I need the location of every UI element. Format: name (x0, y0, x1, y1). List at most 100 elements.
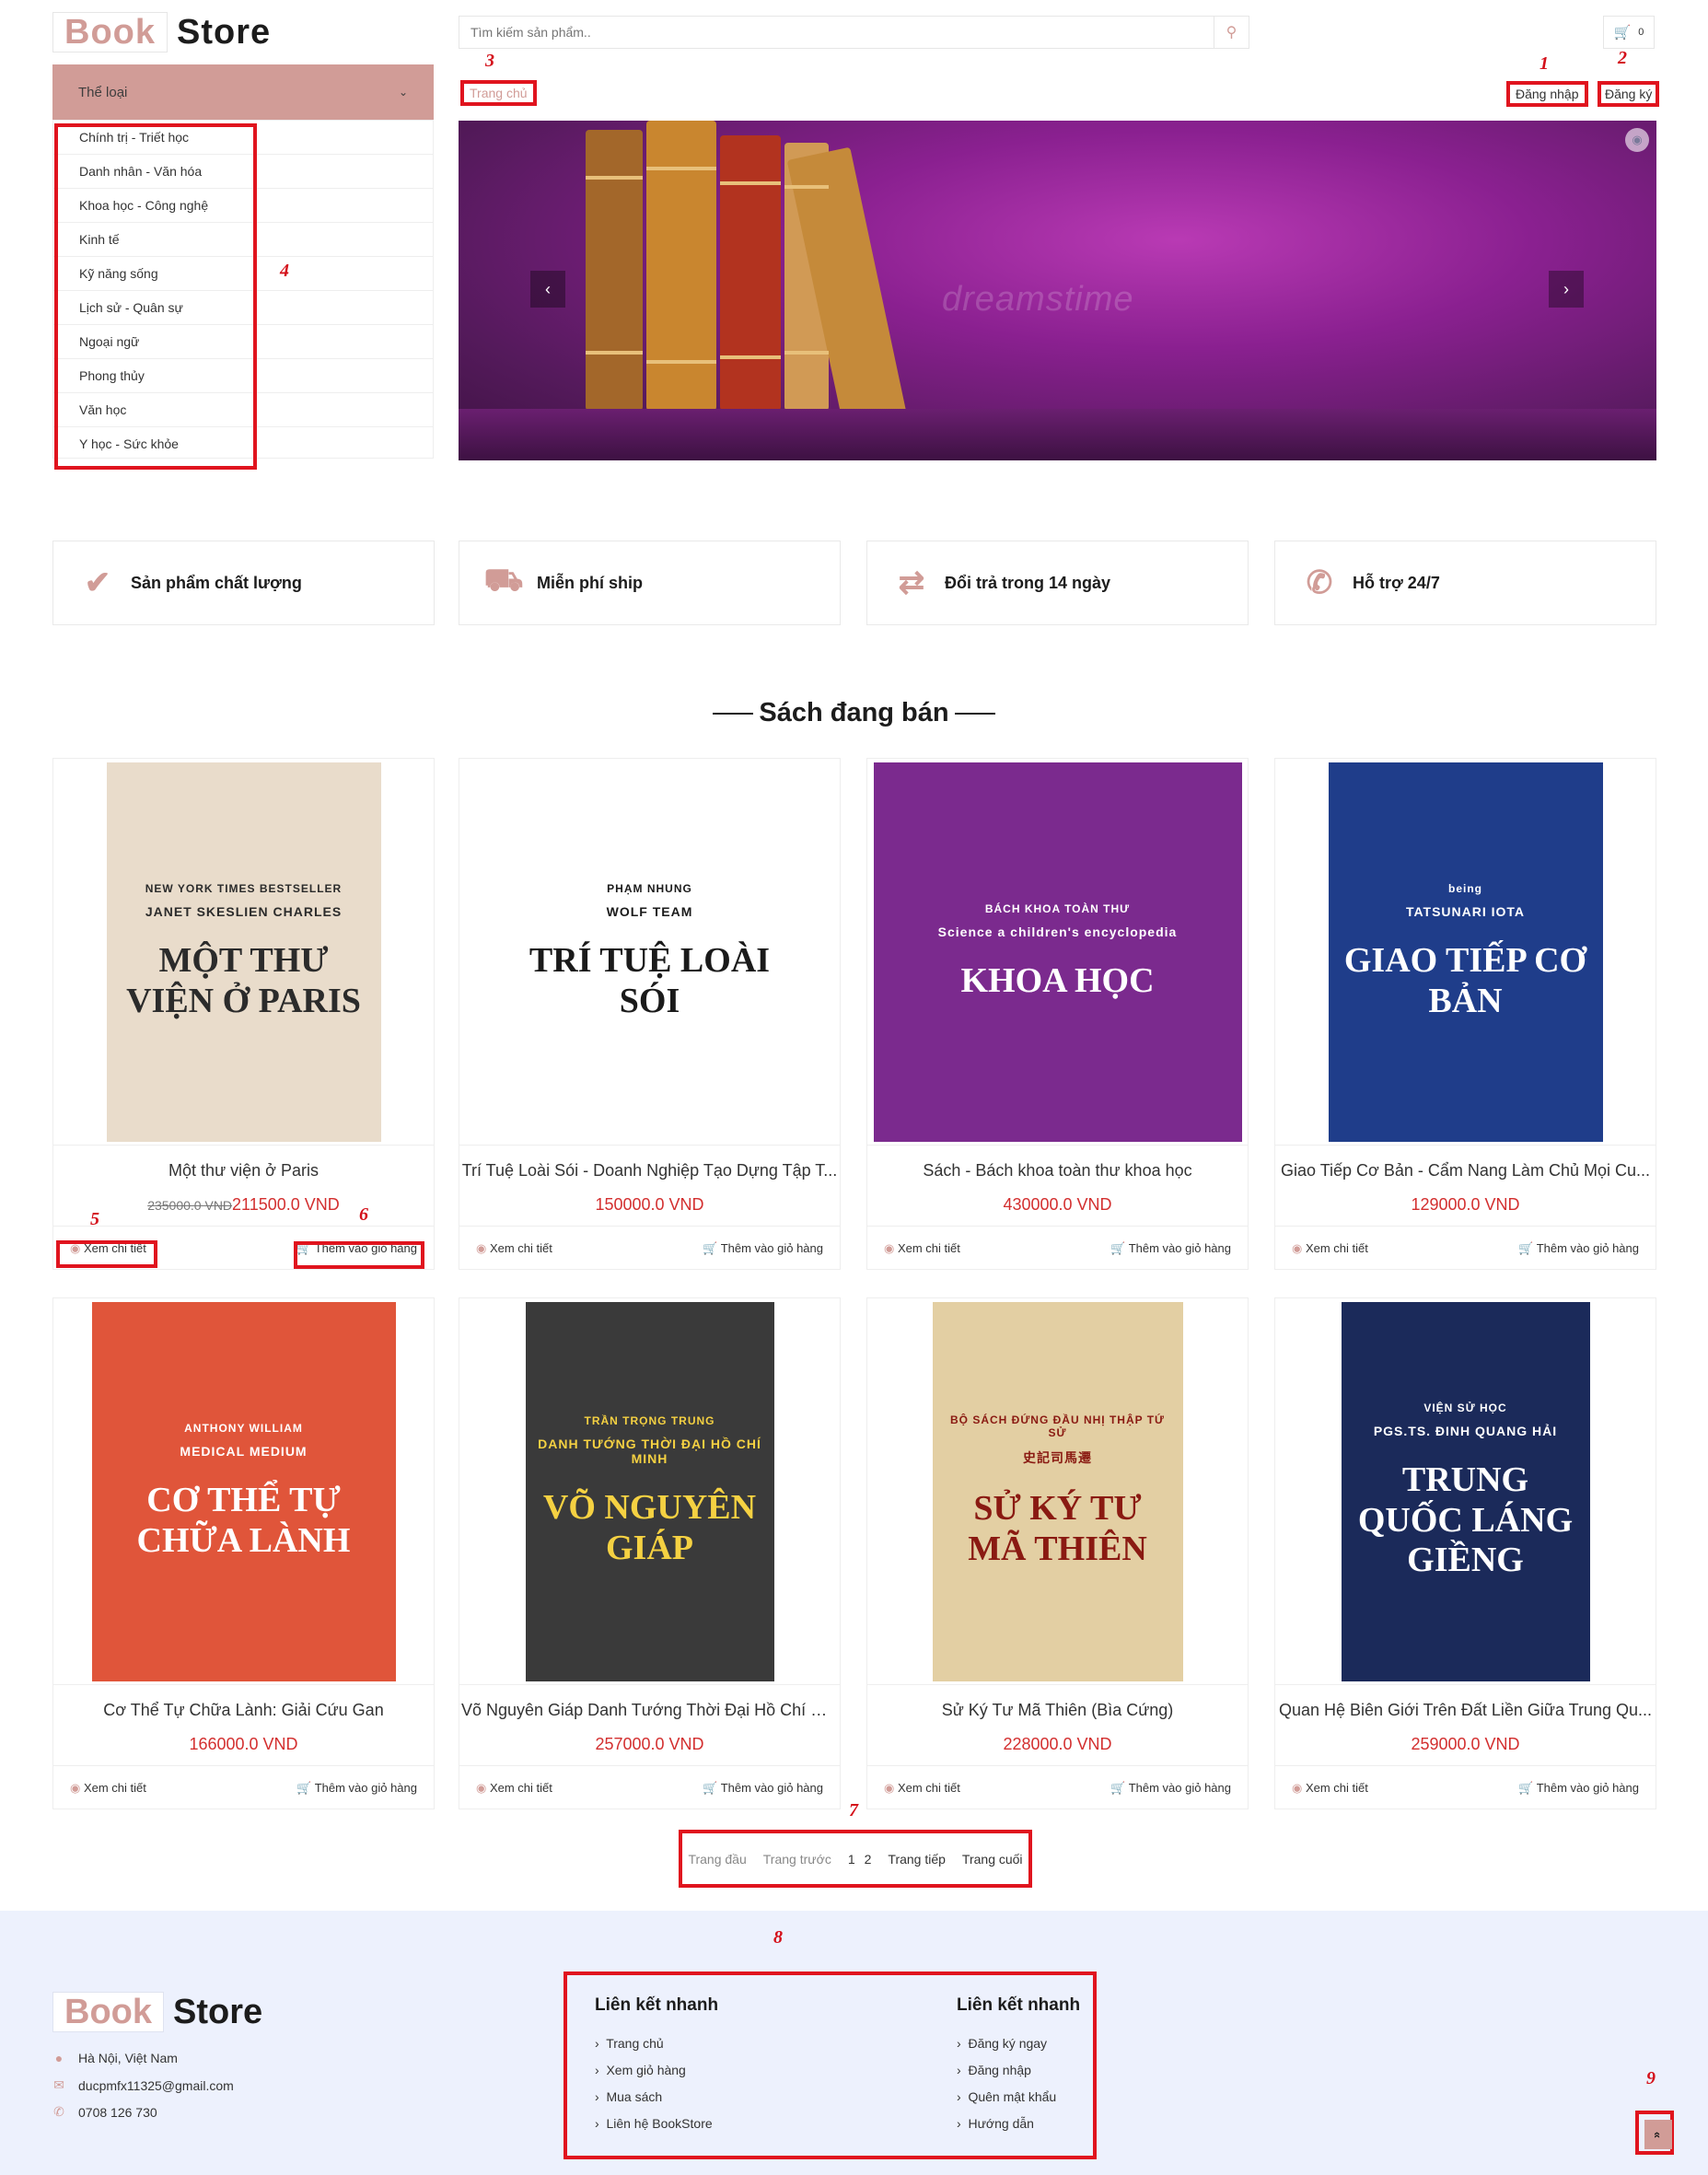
feature-label: Đổi trả trong 14 ngày (945, 573, 1111, 592)
logo[interactable]: Book Store (52, 12, 271, 52)
product-price: 257000.0 VND (459, 1735, 840, 1754)
footer-address: ● Hà Nội, Việt Nam (52, 2051, 178, 2065)
cover-title: GIAO TIẾP CƠ BẢN (1343, 940, 1587, 1020)
product-actions: ◉ Xem chi tiết 🛒 Thêm vào giỏ hàng (867, 1765, 1248, 1809)
cover-top-text: NEW YORK TIMES BESTSELLER (145, 881, 343, 895)
page-last[interactable]: Trang cuối (962, 1852, 1023, 1867)
footer-link[interactable]: › Xem giỏ hàng (595, 2063, 718, 2077)
product-title[interactable]: Cơ Thể Tự Chữa Lành: Giải Cứu Gan (53, 1701, 434, 1720)
product-price: 129000.0 VND (1275, 1195, 1656, 1215)
quick-links-col2: Liên kết nhanh › Đăng ký ngay › Đăng nhậ… (957, 1995, 1080, 2143)
product-image[interactable]: PHẠM NHUNG WOLF TEAM TRÍ TUỆ LOÀI SÓI (459, 759, 840, 1146)
product-current-price: 166000.0 VND (189, 1735, 298, 1753)
product-title[interactable]: Trí Tuệ Loài Sói - Doanh Nghiệp Tạo Dựng… (459, 1161, 840, 1181)
page-prev[interactable]: Trang trước (763, 1852, 831, 1867)
view-details-button[interactable]: ◉ Xem chi tiết (884, 1781, 960, 1796)
add-to-cart-button[interactable]: 🛒 Thêm vào giỏ hàng (1518, 1241, 1639, 1256)
exchange-icon: ⇄ (898, 565, 925, 600)
chevron-right-icon: › (1563, 279, 1569, 298)
view-details-button[interactable]: ◉ Xem chi tiết (70, 1781, 146, 1796)
eye-icon: ◉ (70, 1780, 81, 1795)
category-toggle[interactable]: Thể loại ⌄ (52, 64, 434, 120)
product-image[interactable]: being TATSUNARI IOTA GIAO TIẾP CƠ BẢN (1275, 759, 1656, 1146)
quick-links-title: Liên kết nhanh (595, 1995, 719, 2015)
product-title[interactable]: Sách - Bách khoa toàn thư khoa học (867, 1161, 1248, 1181)
search-button[interactable]: ⚲ (1214, 17, 1249, 48)
product-current-price: 257000.0 VND (595, 1735, 704, 1753)
cover-title: TRUNG QUỐC LÁNG GIỀNG (1357, 1460, 1574, 1580)
product-card[interactable]: ANTHONY WILLIAM MEDICAL MEDIUM CƠ THỂ TỰ C… (52, 1297, 435, 1809)
footer-link[interactable]: › Trang chủ (595, 2036, 718, 2051)
zoom-icon[interactable]: ◉ (1625, 128, 1649, 152)
product-image[interactable]: ANTHONY WILLIAM MEDICAL MEDIUM CƠ THỂ TỰ C… (53, 1298, 434, 1685)
product-card[interactable]: PHẠM NHUNG WOLF TEAM TRÍ TUỆ LOÀI SÓI Trí T… (459, 758, 841, 1270)
page-2[interactable]: 2 (865, 1852, 872, 1867)
product-title[interactable]: Võ Nguyên Giáp Danh Tướng Thời Đại Hồ Ch… (459, 1701, 840, 1720)
footer-link[interactable]: › Đăng nhập (957, 2063, 1080, 2077)
view-details-button[interactable]: ◉ Xem chi tiết (1292, 1241, 1368, 1256)
add-to-cart-button[interactable]: 🛒 Thêm vào giỏ hàng (1110, 1781, 1231, 1796)
annotation-box-categories (54, 123, 257, 470)
product-image[interactable]: VIỆN SỬ HỌC PGS.TS. ĐINH QUANG HẢI TRUNG Q… (1275, 1298, 1656, 1685)
check-icon: ✔ (84, 565, 111, 600)
view-details-button[interactable]: ◉ Xem chi tiết (1292, 1781, 1368, 1796)
product-image[interactable]: NEW YORK TIMES BESTSELLER JANET SKESLIEN … (53, 759, 434, 1146)
product-card[interactable]: VIỆN SỬ HỌC PGS.TS. ĐINH QUANG HẢI TRUNG Q… (1274, 1297, 1656, 1809)
add-to-cart-button[interactable]: 🛒 Thêm vào giỏ hàng (1110, 1241, 1231, 1256)
product-card[interactable]: BÁCH KHOA TOÀN THƯ Science a children's e… (866, 758, 1249, 1270)
footer-link[interactable]: › Quên mật khẩu (957, 2089, 1080, 2104)
quick-links: Liên kết nhanh › Trang chủ › Xem giỏ hàn… (564, 1971, 1097, 2159)
cover-author: WOLF TEAM (606, 903, 693, 919)
product-title[interactable]: Giao Tiếp Cơ Bản - Cẩm Nang Làm Chủ Mọi … (1275, 1161, 1656, 1181)
phone-icon: ✆ (1306, 565, 1333, 600)
product-title[interactable]: Một thư viện ở Paris (53, 1161, 434, 1181)
footer-logo[interactable]: Book Store (52, 1992, 263, 2032)
add-to-cart-button[interactable]: 🛒 Thêm vào giỏ hàng (703, 1241, 823, 1256)
product-card[interactable]: NEW YORK TIMES BESTSELLER JANET SKESLIEN … (52, 758, 435, 1270)
footer-link[interactable]: › Đăng ký ngay (957, 2036, 1080, 2051)
search-input[interactable] (459, 17, 1214, 48)
product-current-price: 259000.0 VND (1411, 1735, 1520, 1753)
product-image[interactable]: BỘ SÁCH ĐỨNG ĐẦU NHỊ THẬP TỨ SỬ 史記司馬遷 SỬ K… (867, 1298, 1248, 1685)
cover-title: SỬ KÝ TƯ MÃ THIÊN (968, 1488, 1147, 1568)
back-to-top-button[interactable]: « (1644, 2120, 1672, 2149)
view-details-button[interactable]: ◉ Xem chi tiết (476, 1241, 552, 1256)
breadcrumb-home[interactable]: Trang chủ (460, 80, 537, 106)
cover-title: MỘT THƯ VIỆN Ở PARIS (126, 940, 361, 1020)
truck-icon: ⛟ (483, 563, 524, 598)
product-image[interactable]: BÁCH KHOA TOÀN THƯ Science a children's e… (867, 759, 1248, 1146)
quick-links-col1: Liên kết nhanh › Trang chủ › Xem giỏ hàn… (595, 1995, 718, 2143)
product-card[interactable]: BỘ SÁCH ĐỨNG ĐẦU NHỊ THẬP TỨ SỬ 史記司馬遷 SỬ K… (866, 1297, 1249, 1809)
register-link[interactable]: Đăng ký (1598, 81, 1660, 107)
footer-link[interactable]: › Mua sách (595, 2089, 718, 2104)
search-box: ⚲ (459, 16, 1249, 49)
login-link[interactable]: Đăng nhập (1506, 81, 1588, 107)
product-card[interactable]: being TATSUNARI IOTA GIAO TIẾP CƠ BẢN Giao … (1274, 758, 1656, 1270)
add-to-cart-button[interactable]: 🛒 Thêm vào giỏ hàng (1518, 1781, 1639, 1796)
footer-link[interactable]: › Liên hệ BookStore (595, 2116, 718, 2131)
product-title[interactable]: Sử Ký Tư Mã Thiên (Bìa Cứng) (867, 1701, 1248, 1720)
product-price: 259000.0 VND (1275, 1735, 1656, 1754)
cart-button[interactable]: 🛒 0 (1603, 16, 1655, 49)
view-details-button[interactable]: ◉ Xem chi tiết (476, 1781, 552, 1796)
page-1[interactable]: 1 (848, 1852, 855, 1867)
cover-author: JANET SKESLIEN CHARLES (145, 903, 343, 919)
carousel-next-button[interactable]: › (1549, 271, 1584, 308)
chevron-down-icon: ⌄ (398, 86, 408, 99)
cover-author: MEDICAL MEDIUM (180, 1443, 308, 1459)
add-to-cart-button[interactable]: 🛒 Thêm vào giỏ hàng (703, 1781, 823, 1796)
footer-logo-store: Store (173, 1993, 263, 2031)
page-first[interactable]: Trang đầu (688, 1852, 746, 1867)
add-to-cart-button[interactable]: 🛒 Thêm vào giỏ hàng (296, 1781, 417, 1796)
view-details-button[interactable]: ◉ Xem chi tiết (884, 1241, 960, 1256)
product-image[interactable]: TRẦN TRỌNG TRUNG DANH TƯỚNG THỜI ĐẠI HỒ C… (459, 1298, 840, 1685)
product-title[interactable]: Quan Hệ Biên Giới Trên Đất Liền Giữa Tru… (1275, 1701, 1656, 1720)
page-next[interactable]: Trang tiếp (888, 1852, 946, 1867)
footer-link[interactable]: › Hướng dẫn (957, 2116, 1080, 2131)
cart-icon: 🛒 (1110, 1780, 1126, 1795)
eye-icon: ◉ (1292, 1240, 1303, 1255)
book-cover: PHẠM NHUNG WOLF TEAM TRÍ TUỆ LOÀI SÓI (512, 762, 787, 1142)
carousel-prev-button[interactable]: ‹ (530, 271, 565, 308)
product-card[interactable]: TRẦN TRỌNG TRUNG DANH TƯỚNG THỜI ĐẠI HỒ C… (459, 1297, 841, 1809)
book-cover: ANTHONY WILLIAM MEDICAL MEDIUM CƠ THỂ TỰ C… (91, 1301, 396, 1681)
